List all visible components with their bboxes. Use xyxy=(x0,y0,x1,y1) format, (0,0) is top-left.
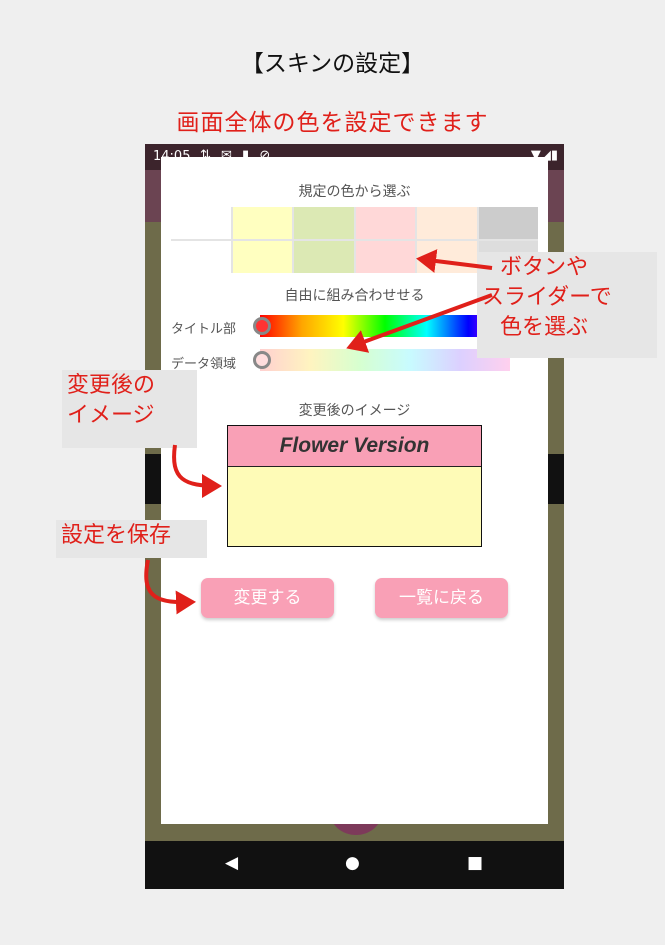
nav-recents-icon[interactable]: ■ xyxy=(467,853,483,873)
skin-preview: Flower Version xyxy=(227,425,482,547)
color-swatch[interactable] xyxy=(171,207,231,239)
navigation-bar: ◀ ● ■ xyxy=(145,841,564,889)
back-to-list-button[interactable]: 一覧に戻る xyxy=(375,578,508,618)
preview-title: 変更後のイメージ xyxy=(298,403,411,419)
color-swatch[interactable] xyxy=(294,241,354,273)
preview-header: Flower Version xyxy=(228,426,481,467)
change-button[interactable]: 変更する xyxy=(201,578,334,618)
annotation-line: 変更後の xyxy=(67,373,156,398)
annotation-line: 色を選ぶ xyxy=(500,315,589,340)
annotation-save: 設定を保存 xyxy=(56,520,207,558)
nav-back-icon[interactable]: ◀ xyxy=(225,853,238,873)
data-color-slider[interactable] xyxy=(260,349,510,371)
color-swatch[interactable] xyxy=(232,207,292,239)
annotation-line: ボタンや xyxy=(500,255,589,280)
title-part-label: タイトル部 xyxy=(171,322,237,337)
color-swatch[interactable] xyxy=(417,241,477,273)
color-swatch[interactable] xyxy=(232,241,292,273)
color-swatch[interactable] xyxy=(355,207,415,239)
annotation-line: スライダーで xyxy=(482,285,612,310)
title-color-slider[interactable] xyxy=(260,315,510,337)
color-swatch[interactable] xyxy=(294,207,354,239)
color-swatch[interactable] xyxy=(478,207,538,239)
annotation-preview: 変更後の イメージ xyxy=(62,370,197,448)
color-swatch[interactable] xyxy=(417,207,477,239)
page-heading: 【スキンの設定】 xyxy=(240,51,425,77)
preset-colors-title: 規定の色から選ぶ xyxy=(298,184,411,200)
nav-home-icon[interactable]: ● xyxy=(345,853,360,873)
data-slider-thumb[interactable] xyxy=(253,351,271,369)
title-slider-thumb[interactable] xyxy=(253,317,271,335)
color-swatch[interactable] xyxy=(171,241,231,273)
annotation-line: イメージ xyxy=(67,403,155,428)
page-subheading: 画面全体の色を設定できます xyxy=(176,110,489,136)
annotation-buttons-sliders: ボタンや スライダーで 色を選ぶ xyxy=(477,252,657,358)
color-swatch[interactable] xyxy=(355,241,415,273)
